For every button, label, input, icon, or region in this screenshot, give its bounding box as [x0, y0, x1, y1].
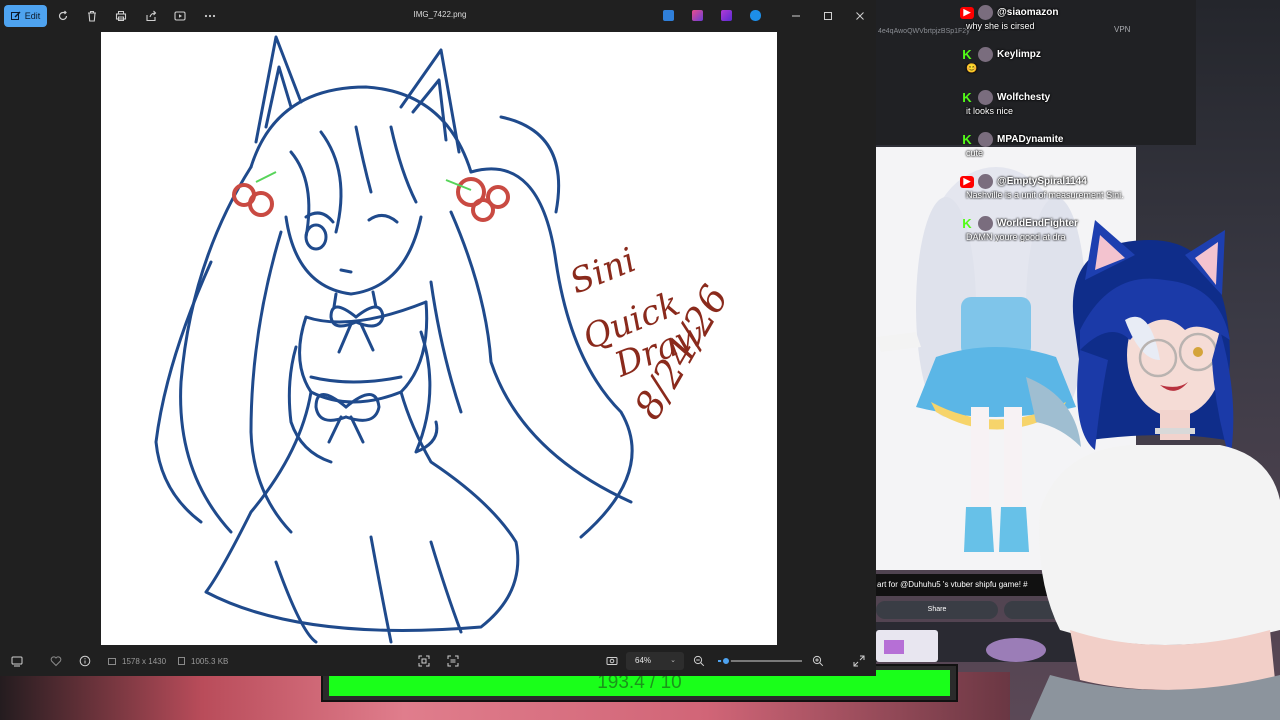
- signature-line-1: Sini: [564, 240, 641, 302]
- chat-message: ▶ @EmptySpiral1144 Nashville is a unit of …: [960, 173, 1150, 215]
- scan-text-icon[interactable]: [445, 653, 461, 669]
- favorite-icon[interactable]: [48, 653, 64, 669]
- image-canvas[interactable]: Sini Quick Draw 8/24/26: [101, 32, 777, 645]
- close-icon[interactable]: [852, 8, 868, 24]
- edit-button[interactable]: Edit: [4, 5, 47, 27]
- chat-message: ▶ @siaomazon why she is cirsed: [960, 4, 1150, 46]
- dimensions-icon: [108, 658, 116, 665]
- youtube-icon: ▶: [960, 175, 974, 188]
- kick-icon: K: [962, 131, 972, 147]
- kick-icon: K: [962, 216, 972, 232]
- print-icon[interactable]: [113, 8, 129, 24]
- user-avatar-icon: [978, 89, 993, 105]
- chevron-down-icon: ⌄: [670, 657, 676, 664]
- chat-message-text: cute: [966, 147, 984, 158]
- chat-message-text: why she is cirsed: [966, 21, 1035, 31]
- chat-message-text: DAMN youre good at dra: [966, 232, 1066, 243]
- chat-message-header: K Keylimpz: [960, 46, 1150, 63]
- vtuber-avatar: [1000, 210, 1280, 720]
- delete-icon[interactable]: [84, 8, 100, 24]
- kick-icon: K: [962, 47, 972, 63]
- chat-message-text: 😊: [966, 63, 978, 74]
- share-button[interactable]: Share: [876, 601, 998, 619]
- zoom-value: 64%: [635, 656, 652, 665]
- share-icon[interactable]: [143, 8, 159, 24]
- chat-message-text: Nashville is a unit of measurement Sini.: [966, 190, 1124, 201]
- chat-message: K WorldEndFighter DAMN youre good at dra: [960, 215, 1150, 257]
- fit-view-icon[interactable]: [416, 653, 432, 669]
- user-avatar-icon: [978, 131, 993, 147]
- slideshow-icon[interactable]: [172, 8, 188, 24]
- photos-editor-icon[interactable]: [663, 10, 674, 21]
- zoom-dropdown[interactable]: 64% ⌄: [626, 652, 684, 670]
- info-icon[interactable]: [77, 653, 93, 669]
- title-bar: Edit IMG_7422.png: [0, 0, 876, 32]
- chat-message: K Wolfchesty it looks nice: [960, 89, 1150, 131]
- chat-message: K MPADynamite cute: [960, 131, 1150, 173]
- chat-message-header: K Wolfchesty: [960, 89, 1150, 106]
- file-title: IMG_7422.png: [413, 10, 467, 19]
- zoom-in-icon[interactable]: [810, 653, 826, 669]
- chat-username: MPADynamite: [997, 133, 1064, 145]
- view-mode-icon[interactable]: [604, 653, 620, 669]
- user-avatar-icon: [978, 216, 993, 232]
- chat-username: WorldEndFighter: [997, 218, 1078, 230]
- chat-message-header: K WorldEndFighter: [960, 215, 1150, 232]
- user-avatar-icon: [978, 5, 993, 20]
- rotate-icon[interactable]: [55, 8, 71, 24]
- chat-overlay: ▶ @siaomazon why she is cirsed K Keylimpz 😊 K W…: [960, 4, 1150, 258]
- chat-username: Wolfchesty: [997, 91, 1051, 103]
- image-dimensions: 1578 x 1430: [108, 657, 166, 666]
- edit-button-label: Edit: [24, 11, 41, 21]
- chat-username: @EmptySpiral1144: [997, 176, 1087, 188]
- chat-message-text: it looks nice: [966, 105, 1014, 116]
- file-size-icon: [178, 657, 185, 665]
- youtube-icon: ▶: [960, 6, 974, 19]
- clipchamp-icon[interactable]: [721, 10, 732, 21]
- filmstrip-icon[interactable]: [9, 653, 25, 669]
- dimensions-text: 1578 x 1430: [122, 657, 167, 666]
- line-art-drawing: Sini Quick Draw 8/24/26: [154, 35, 737, 644]
- user-avatar-icon: [978, 174, 993, 190]
- designer-icon[interactable]: [692, 10, 703, 21]
- chat-message-header: K MPADynamite: [960, 131, 1150, 148]
- user-avatar-icon: [978, 47, 993, 63]
- zoom-out-icon[interactable]: [691, 653, 707, 669]
- more-icon[interactable]: [202, 8, 218, 24]
- chat-message: K Keylimpz 😊: [960, 46, 1150, 88]
- file-size: 1005.3 KB: [178, 657, 228, 666]
- chat-username: Keylimpz: [997, 49, 1041, 61]
- edit-icon: [10, 11, 21, 20]
- chat-username: @siaomazon: [997, 7, 1059, 18]
- onedrive-icon[interactable]: [750, 10, 761, 21]
- zoom-slider[interactable]: [718, 656, 802, 666]
- file-size-text: 1005.3 KB: [191, 657, 229, 666]
- photos-app-window: Edit IMG_7422.png Sini Quick Draw 8/24/2…: [0, 0, 876, 676]
- chat-message-header: ▶ @EmptySpiral1144: [960, 173, 1150, 190]
- fullscreen-icon[interactable]: [851, 653, 867, 669]
- minimize-icon[interactable]: [788, 8, 804, 24]
- kick-icon: K: [962, 89, 972, 105]
- maximize-icon[interactable]: [820, 8, 836, 24]
- chat-message-header: ▶ @siaomazon: [960, 4, 1150, 21]
